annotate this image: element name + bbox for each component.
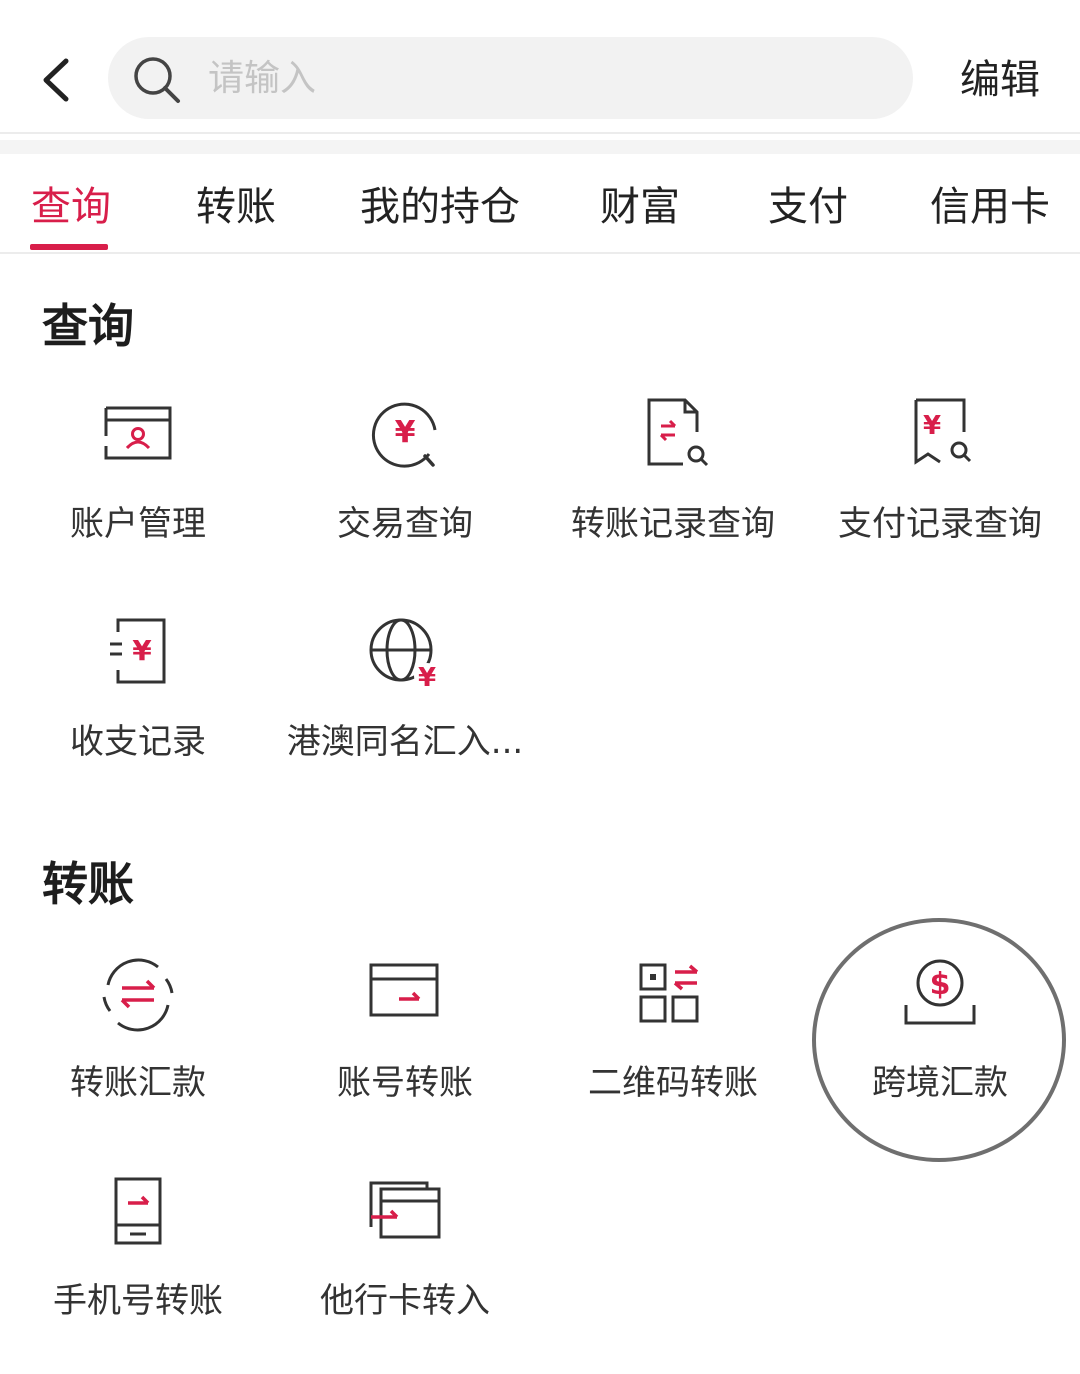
tab-wealth[interactable]: 财富: [600, 182, 680, 232]
phone-transfer-icon: [114, 1177, 162, 1245]
svg-text:¥: ¥: [418, 663, 436, 693]
svg-text:¥: ¥: [132, 634, 152, 667]
section-title-query: 查询: [42, 299, 134, 353]
gray-separator: [0, 140, 1080, 154]
back-button[interactable]: [26, 42, 86, 118]
category-tabs: 查询 转账 我的持仓 财富 支付 信用卡: [0, 154, 1080, 252]
globe-yen-icon: ¥: [369, 618, 440, 693]
menu-item-income-expense-record[interactable]: ¥ 收支记录: [3, 614, 273, 784]
menu-item-label: 他行卡转入: [320, 1281, 490, 1321]
account-card-icon: [104, 406, 172, 460]
menu-item-hk-macau-inward[interactable]: ¥ 港澳同名汇入...: [270, 614, 540, 784]
menu-item-label: 转账汇款: [70, 1063, 206, 1103]
menu-item-payment-record-query[interactable]: ¥ 支付记录查询: [805, 396, 1075, 566]
header-divider: [0, 132, 1080, 134]
income-expense-doc-icon: ¥: [110, 618, 166, 684]
menu-item-label: 账户管理: [70, 504, 206, 544]
menu-item-transaction-query[interactable]: ¥ 交易查询: [270, 396, 540, 566]
menu-item-account-transfer[interactable]: 账号转账: [270, 955, 540, 1125]
menu-item-qr-transfer[interactable]: 二维码转账: [538, 955, 808, 1125]
menu-item-phone-transfer[interactable]: 手机号转账: [3, 1173, 273, 1343]
edit-button[interactable]: 编辑: [940, 52, 1060, 108]
menu-item-label: 账号转账: [337, 1063, 473, 1103]
chevron-left-icon: [43, 58, 69, 102]
tab-transfer[interactable]: 转账: [196, 182, 276, 232]
section-title-transfer: 转账: [42, 857, 134, 911]
tab-holdings[interactable]: 我的持仓: [360, 182, 520, 232]
search-input[interactable]: [208, 37, 868, 119]
tab-query[interactable]: 查询: [31, 182, 111, 232]
search-bar[interactable]: [108, 37, 913, 119]
highlight-circle-annotation: [812, 918, 1066, 1162]
menu-item-other-bank-card-in[interactable]: 他行卡转入: [270, 1173, 540, 1343]
active-tab-indicator: [30, 244, 108, 250]
transfer-doc-search-icon: [647, 398, 709, 467]
menu-item-label: 二维码转账: [588, 1063, 758, 1103]
svg-text:¥: ¥: [395, 415, 416, 450]
svg-text:¥: ¥: [923, 411, 941, 441]
menu-item-label: 支付记录查询: [838, 504, 1042, 544]
menu-item-transfer-record-query[interactable]: 转账记录查询: [538, 396, 808, 566]
top-bar: 编辑: [0, 0, 1080, 132]
search-icon: [134, 57, 180, 103]
card-transfer-in-icon: [369, 1181, 441, 1239]
tab-credit-card[interactable]: 信用卡: [930, 182, 1050, 232]
qr-transfer-icon: [639, 963, 699, 1023]
transfer-circle-icon: [102, 958, 174, 1032]
menu-item-account-management[interactable]: 账户管理: [3, 396, 273, 566]
menu-item-label: 收支记录: [70, 722, 206, 762]
menu-item-label: 转账记录查询: [571, 504, 775, 544]
payment-doc-search-icon: ¥: [914, 398, 972, 465]
menu-item-label: 交易查询: [337, 504, 473, 544]
account-transfer-icon: [369, 963, 439, 1017]
yen-search-icon: ¥: [371, 402, 437, 468]
menu-item-label: 手机号转账: [53, 1281, 223, 1321]
menu-item-transfer-remittance[interactable]: 转账汇款: [3, 955, 273, 1125]
tabs-divider: [0, 252, 1080, 254]
tab-payment[interactable]: 支付: [768, 182, 848, 232]
menu-item-label: 港澳同名汇入...: [286, 722, 524, 762]
